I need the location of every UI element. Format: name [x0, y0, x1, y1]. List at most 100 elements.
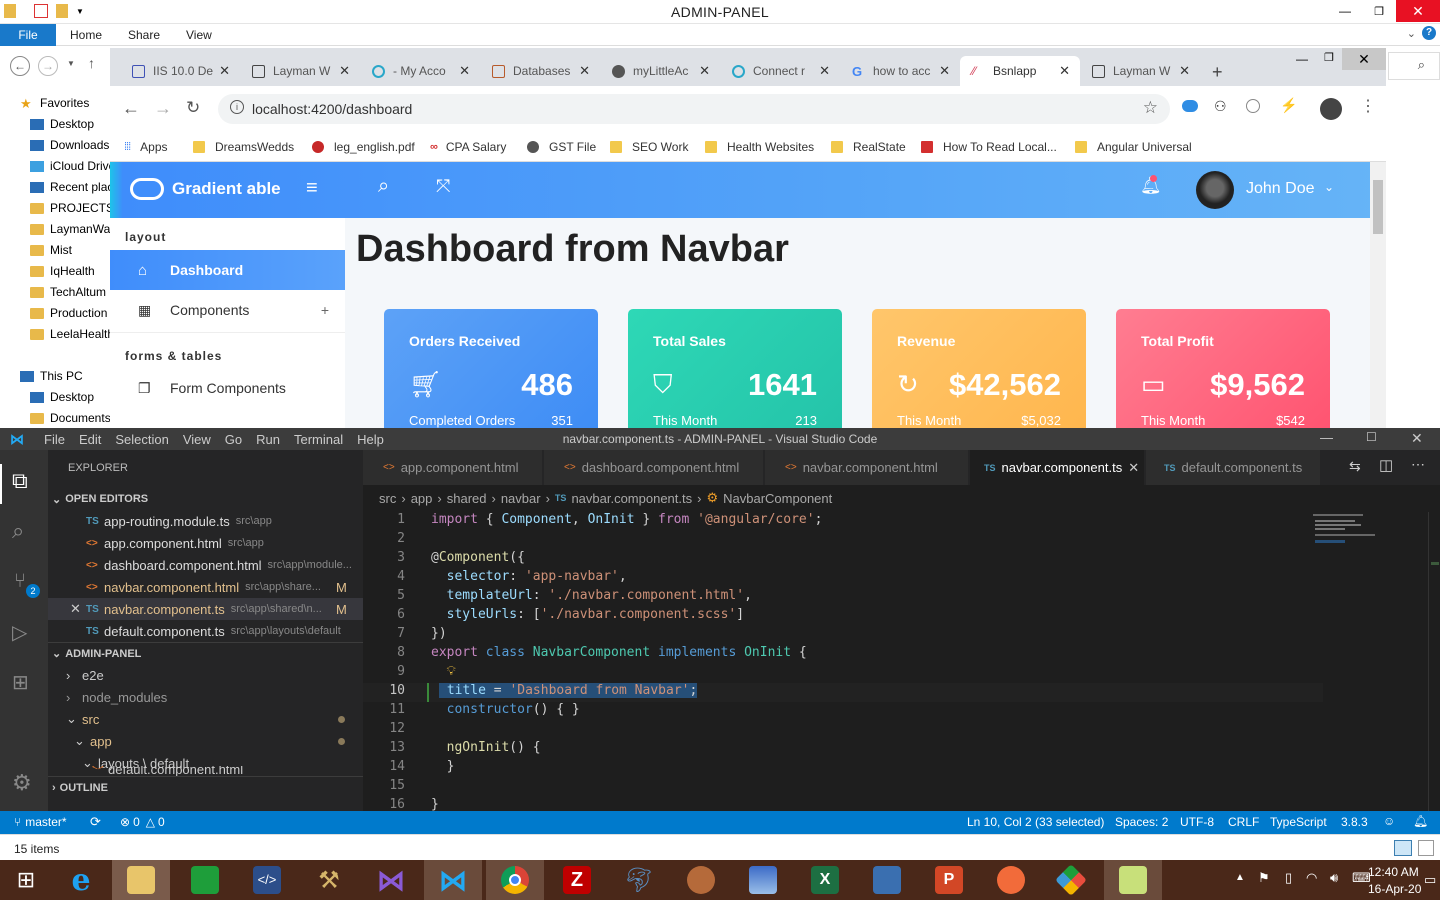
source-control-icon[interactable]: ⑂ [14, 570, 26, 593]
minimize-icon[interactable]: — [1328, 4, 1362, 18]
editor-tab-active[interactable]: TS navbar.component.ts ✕ [970, 450, 1145, 485]
tab-close-icon[interactable]: ✕ [819, 63, 830, 79]
menu-help[interactable]: Help [357, 432, 384, 447]
run-debug-icon[interactable]: ▷ [12, 620, 27, 645]
explorer-search-box[interactable]: ⌕ [1388, 52, 1440, 80]
nav-production[interactable]: Production [30, 303, 116, 323]
compare-icon[interactable]: ⇆ [1349, 458, 1361, 475]
explorer-files-icon[interactable]: ⧉ [12, 468, 28, 494]
taskbar-app-active[interactable]: ⋈ [424, 860, 482, 900]
open-editors-header[interactable]: ⌄ OPEN EDITORS [48, 488, 363, 510]
back-icon[interactable]: ← [122, 98, 140, 119]
taskbar-app[interactable]: X [796, 860, 854, 900]
expand-ribbon-icon[interactable]: ⌄ [1407, 27, 1416, 40]
open-editor-item[interactable]: <> dashboard.component.html src\app\module… [48, 554, 363, 576]
nav-desktop[interactable]: Desktop [30, 114, 116, 134]
new-tab-icon[interactable]: + [1212, 62, 1223, 83]
browser-tab[interactable]: IIS 10.0 De ✕ [120, 56, 240, 86]
tree-folder[interactable]: › node_modules [48, 686, 363, 708]
bolt-extension-icon[interactable]: ⚡ [1280, 97, 1297, 114]
code-area[interactable]: 1 import { Component, OnInit } from '@ang… [363, 512, 1323, 811]
taskbar-app-active[interactable] [112, 860, 170, 900]
nav-icloud[interactable]: iCloud Drive [30, 156, 116, 176]
action-center-icon[interactable]: ▭ [1424, 872, 1436, 888]
ribbon-file-tab[interactable]: File [0, 24, 56, 46]
notifications-bell-icon[interactable]: 🔔︎ [1413, 814, 1428, 828]
user-avatar[interactable] [1196, 171, 1234, 209]
cursor-position[interactable]: Ln 10, Col 2 (33 selected) [967, 815, 1104, 829]
fullscreen-icon[interactable]: ⤧ [436, 176, 450, 197]
minimap[interactable] [1313, 512, 1428, 572]
minimize-icon[interactable]: — [1320, 430, 1333, 445]
tab-close-icon[interactable]: ✕ [219, 63, 230, 79]
nav-projects[interactable]: PROJECTS [30, 198, 116, 218]
back-icon[interactable]: ← [10, 56, 30, 76]
recent-locations-icon[interactable]: ▼ [67, 59, 75, 68]
tab-close-icon[interactable]: ✕ [699, 63, 710, 79]
browser-tab[interactable]: myLittleAc ✕ [600, 56, 720, 86]
bookmark-item[interactable]: leg_english.pdf [312, 140, 415, 154]
browser-tab-active[interactable]: ⁄⁄ Bsnlapp ✕ [960, 56, 1080, 86]
battery-icon[interactable]: ▯ [1285, 870, 1292, 886]
menu-run[interactable]: Run [256, 432, 280, 447]
clock-date[interactable]: 16-Apr-20 [1368, 882, 1421, 896]
large-icons-view-icon[interactable] [1418, 840, 1434, 856]
bookmark-apps[interactable]: ⁞⁞⁞ Apps [124, 140, 168, 154]
git-branch[interactable]: ⑂ master* [14, 815, 67, 829]
page-scrollbar[interactable] [1370, 162, 1386, 428]
chevron-down-icon[interactable]: ⌄ [1324, 180, 1334, 194]
help-icon[interactable]: ? [1422, 26, 1436, 40]
tab-close-icon[interactable]: ✕ [579, 63, 590, 79]
open-editor-item[interactable]: TS default.component.ts src\app\layouts\de… [48, 620, 363, 642]
tree-folder[interactable]: ⌄ app [48, 730, 363, 752]
restore-icon[interactable]: ❐ [1362, 5, 1396, 18]
nav-favorites[interactable]: ★ Favorites [20, 93, 106, 113]
sidebar-item-components[interactable]: ▦ Components + [110, 290, 345, 330]
editor-tab[interactable]: <> navbar.component.html [765, 450, 969, 485]
language-mode[interactable]: TypeScript [1270, 815, 1327, 829]
outline-header[interactable]: › OUTLINE [48, 776, 363, 798]
maximize-icon[interactable]: ☐ [1366, 430, 1377, 444]
tree-folder[interactable]: ⌄ src [48, 708, 363, 730]
open-editor-item[interactable]: <> navbar.component.html src\app\share... M [48, 576, 363, 598]
close-icon[interactable]: ✕ [70, 601, 86, 617]
taskbar-app[interactable]: P [920, 860, 978, 900]
up-icon[interactable]: ↑ [88, 55, 95, 71]
bookmark-star-icon[interactable]: ☆ [1143, 98, 1158, 118]
browser-tab[interactable]: Databases ✕ [480, 56, 600, 86]
menu-selection[interactable]: Selection [115, 432, 168, 447]
close-icon[interactable]: ✕ [1396, 0, 1440, 22]
nav-pc-desktop[interactable]: Desktop [30, 387, 116, 407]
browser-tab[interactable]: Layman W ✕ [1080, 56, 1200, 86]
bookmark-item[interactable]: DreamsWedds [193, 140, 294, 154]
tab-close-icon[interactable]: ✕ [939, 63, 950, 79]
menu-kebab-icon[interactable]: ⋮ [1360, 96, 1376, 116]
clock-time[interactable]: 12:40 AM [1368, 865, 1419, 879]
taskbar-app[interactable] [982, 860, 1040, 900]
editor-tab[interactable]: <> app.component.html [363, 450, 543, 485]
open-editor-item[interactable]: <> app.component.html src\app [48, 532, 363, 554]
maximize-icon[interactable]: ❐ [1324, 51, 1334, 64]
tree-folder[interactable]: › e2e [48, 664, 363, 686]
tab-close-icon[interactable]: ✕ [339, 63, 350, 79]
onedrive-extension-icon[interactable] [1182, 100, 1198, 112]
more-actions-icon[interactable]: ⋯ [1411, 456, 1425, 473]
omnibox[interactable]: i localhost:4200/dashboard ☆ [218, 94, 1170, 124]
menu-go[interactable]: Go [225, 432, 242, 447]
browser-tab[interactable]: Layman W ✕ [240, 56, 360, 86]
taskbar-app[interactable]: ⚒ [300, 860, 358, 900]
taskbar-app[interactable]: </> [238, 860, 296, 900]
menu-file[interactable]: File [44, 432, 65, 447]
taskbar-app[interactable]: ⋈ [362, 860, 420, 900]
start-button[interactable]: ⊞ [0, 860, 52, 900]
profile-avatar[interactable] [1320, 98, 1342, 120]
tab-close-icon[interactable]: ✕ [1059, 63, 1070, 79]
user-name[interactable]: John Doe [1246, 180, 1315, 198]
info-icon[interactable]: i [230, 100, 244, 114]
nav-laymanways[interactable]: LaymanWays [30, 219, 116, 239]
taskbar-app[interactable] [176, 860, 234, 900]
tab-close-icon[interactable]: ✕ [1179, 63, 1190, 79]
bookmark-item[interactable]: Angular Universal [1075, 140, 1192, 154]
details-view-icon[interactable] [1394, 840, 1412, 856]
nav-techaltum[interactable]: TechAltum [30, 282, 116, 302]
